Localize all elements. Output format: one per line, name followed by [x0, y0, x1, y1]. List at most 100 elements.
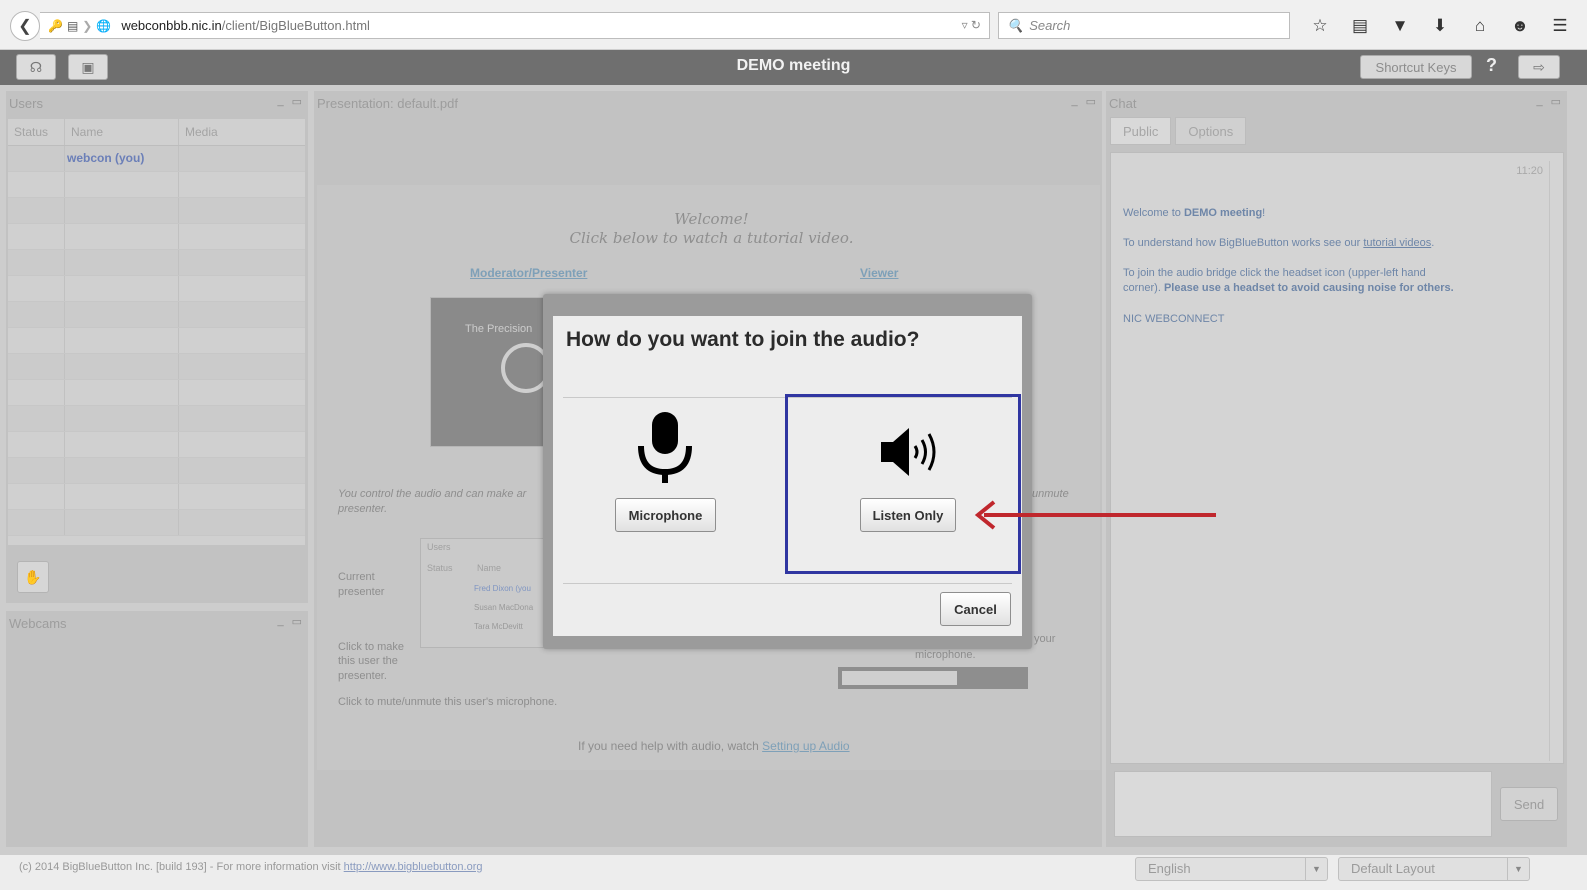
help-button[interactable]: ?	[1486, 55, 1497, 76]
tab-options[interactable]: Options	[1175, 117, 1247, 145]
mic-level-bar	[838, 667, 1028, 689]
star-icon[interactable]: ☆	[1300, 12, 1340, 39]
chat-message: To join the audio bridge click the heads…	[1123, 266, 1523, 296]
menu-icon[interactable]: ☰	[1540, 12, 1580, 39]
panel-controls[interactable]: _ ▭	[1536, 95, 1561, 108]
chat-msg1-bold: DEMO meeting	[1183, 207, 1263, 219]
slide-welcome: Welcome!	[674, 210, 749, 228]
chat-messages: 11:20 Welcome to DEMO meeting! To unders…	[1110, 152, 1564, 764]
maximize-icon[interactable]: ▭	[1551, 95, 1561, 108]
mini-user-3: Tara McDevitt	[474, 622, 523, 631]
presentation-panel-title: Presentation: default.pdf	[317, 96, 458, 111]
viewer-link[interactable]: Viewer	[860, 266, 898, 280]
panel-controls[interactable]: _ ▭	[1071, 95, 1096, 108]
chat-msg1-suffix: !	[1262, 207, 1266, 219]
panel-controls[interactable]: _ ▭	[277, 95, 302, 108]
reload-icon[interactable]: ▿ ↻	[962, 18, 981, 32]
clipboard-icon[interactable]: ▤	[1340, 12, 1380, 39]
user-row[interactable]: webcon (you)	[8, 146, 305, 172]
webcams-panel-title: Webcams	[9, 616, 67, 631]
chat-msg1-prefix: Welcome to	[1123, 207, 1181, 219]
dialog-title: How do you want to join the audio?	[566, 328, 920, 351]
cancel-button[interactable]: Cancel	[940, 592, 1011, 626]
panel-controls[interactable]: _ ▭	[277, 615, 302, 628]
maximize-icon[interactable]: ▭	[1086, 95, 1096, 108]
audio-note-2: presenter.	[338, 503, 388, 515]
user-name: webcon (you)	[65, 146, 179, 171]
url-bar[interactable]: 🔑 ▤ ❯ 🌐 webconbbb.nic.in/client/BigBlueB…	[40, 12, 990, 39]
minimize-icon[interactable]: _	[277, 95, 283, 108]
current-presenter-note: Current	[338, 571, 375, 583]
meeting-title: DEMO meeting	[736, 57, 851, 74]
microphone-icon[interactable]	[635, 408, 695, 491]
tab-public[interactable]: Public	[1110, 117, 1172, 145]
browser-toolbar: ❮ 🔑 ▤ ❯ 🌐 webconbbb.nic.in/client/BigBlu…	[0, 0, 1587, 50]
webcams-panel: Webcams _ ▭	[6, 611, 308, 847]
your-note: your	[1034, 633, 1056, 645]
chat-input[interactable]	[1114, 771, 1492, 837]
click-make-note-3: presenter.	[338, 670, 387, 682]
video-title: The Precision	[465, 323, 533, 335]
chat-msg3-line2: corner).	[1123, 282, 1161, 294]
mini-users-title: Users	[427, 542, 451, 552]
chat-msg2-suffix: .	[1431, 237, 1435, 249]
chat-panel-title: Chat	[1109, 96, 1137, 111]
layout-select[interactable]: Default Layout ▼	[1338, 857, 1530, 881]
current-presenter-note-2: presenter	[338, 586, 385, 598]
mini-users-diagram: Users Status Name Fred Dixon (you Susan …	[420, 538, 545, 648]
moderator-presenter-link[interactable]: Moderator/Presenter	[470, 266, 587, 280]
send-button[interactable]: Send	[1500, 787, 1558, 821]
chat-msg2-prefix: To understand how BigBlueButton works se…	[1123, 237, 1361, 249]
setting-up-audio-link[interactable]: Setting up Audio	[762, 739, 849, 753]
maximize-icon[interactable]: ▭	[292, 615, 302, 628]
highlight-box	[785, 394, 1021, 574]
url-text[interactable]: webconbbb.nic.in/client/BigBlueButton.ht…	[121, 18, 370, 33]
chat-message: NIC WEBCONNECT	[1123, 313, 1225, 325]
maximize-icon[interactable]: ▭	[292, 95, 302, 108]
column-status[interactable]: Status	[8, 119, 65, 145]
raise-hand-icon[interactable]: ✋	[17, 561, 49, 593]
pocket-icon[interactable]: ▼	[1380, 12, 1420, 39]
shortcut-keys-button[interactable]: Shortcut Keys	[1360, 55, 1472, 79]
download-icon[interactable]: ⬇	[1420, 12, 1460, 39]
click-make-note-2: this user the	[338, 655, 398, 667]
chat-msg3-line1: To join the audio bridge click the heads…	[1123, 267, 1426, 279]
audio-note: You control the audio and can make ar	[338, 488, 527, 500]
help-audio-note: If you need help with audio, watch Setti…	[578, 739, 850, 753]
app-header: ☊ ▣ DEMO meeting Shortcut Keys ? ⇨	[0, 50, 1587, 85]
back-arrow-icon[interactable]: ❮	[10, 11, 40, 41]
footer-link[interactable]: http://www.bigbluebutton.org	[344, 861, 483, 873]
url-path: /client/BigBlueButton.html	[221, 18, 370, 33]
slide-tutorial-line: Click below to watch a tutorial video.	[569, 229, 854, 247]
click-make-note: Click to make	[338, 641, 405, 653]
key-icon[interactable]: 🔑	[48, 19, 63, 33]
logout-icon[interactable]: ⇨	[1518, 55, 1560, 79]
microphone-button[interactable]: Microphone	[615, 498, 716, 532]
chat-msg3-bold: Please use a headset to avoid causing no…	[1163, 282, 1454, 294]
chat-bubble-icon[interactable]: ☻	[1500, 12, 1540, 39]
minimize-icon[interactable]: _	[1536, 95, 1542, 108]
column-media[interactable]: Media	[179, 119, 305, 145]
mini-name-column: Name	[477, 563, 502, 573]
search-input[interactable]: 🔍 Search	[998, 12, 1290, 39]
language-select[interactable]: English ▼	[1135, 857, 1328, 881]
tutorial-videos-link[interactable]: tutorial videos	[1363, 237, 1431, 249]
help-audio-prefix: If you need help with audio, watch	[578, 739, 759, 753]
chevron-down-icon[interactable]: ▼	[1305, 858, 1327, 880]
users-panel-title: Users	[9, 96, 43, 111]
chat-message: To understand how BigBlueButton works se…	[1123, 236, 1523, 251]
search-placeholder: Search	[1029, 18, 1071, 33]
minimize-icon[interactable]: _	[1071, 95, 1077, 108]
microphone-note: microphone.	[915, 649, 976, 661]
column-name[interactable]: Name	[65, 119, 179, 145]
minimize-icon[interactable]: _	[277, 615, 283, 628]
language-value: English	[1148, 861, 1191, 876]
chat-scrollbar[interactable]	[1549, 161, 1563, 761]
chevron-down-icon[interactable]: ▼	[1507, 858, 1529, 880]
layout-value: Default Layout	[1351, 861, 1435, 876]
mini-user-2: Susan MacDona	[474, 603, 534, 612]
tutorial-video-thumbnail[interactable]: The Precision	[430, 297, 551, 447]
search-icon: 🔍	[1007, 17, 1024, 33]
home-icon[interactable]: ⌂	[1460, 12, 1500, 39]
chat-timestamp: 11:20	[1516, 165, 1543, 177]
